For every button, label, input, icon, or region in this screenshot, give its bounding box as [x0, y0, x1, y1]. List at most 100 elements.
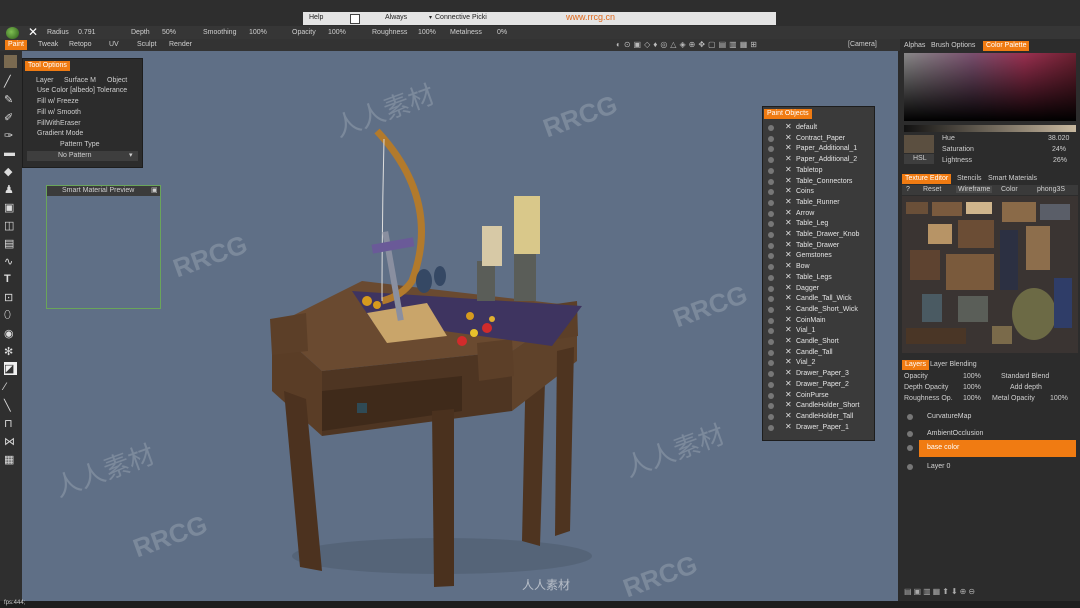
radius-value[interactable]: 0.791 [78, 29, 96, 36]
paint-object-row[interactable]: ✕ Table_Leg [765, 218, 872, 229]
pencil-icon[interactable]: ✎ [4, 93, 17, 106]
tab-color-palette[interactable]: Color Palette [983, 41, 1030, 51]
close-icon[interactable]: ✕ [785, 315, 792, 324]
color-field[interactable] [904, 53, 1076, 121]
visibility-eye-icon[interactable] [768, 189, 774, 196]
visibility-eye-icon[interactable] [768, 242, 774, 249]
color-select[interactable]: Color [1001, 186, 1018, 193]
knife-icon[interactable]: ▬ [4, 147, 17, 160]
visibility-eye-icon[interactable] [768, 403, 774, 410]
tab-paint[interactable]: Paint [5, 40, 27, 50]
smudge-icon[interactable]: ✑ [4, 129, 17, 142]
current-color-swatch[interactable] [904, 135, 934, 153]
visibility-eye-icon[interactable] [768, 360, 774, 367]
visibility-eye-icon[interactable] [768, 221, 774, 228]
close-icon[interactable]: ✕ [785, 240, 792, 249]
tab-smart-materials[interactable]: Smart Materials [988, 175, 1037, 182]
paint-object-row[interactable]: ✕ Candle_Tall [765, 347, 872, 358]
visibility-eye-icon[interactable] [768, 285, 774, 292]
visibility-eye-icon[interactable] [768, 317, 774, 324]
visibility-eye-icon[interactable] [768, 146, 774, 153]
tab-stencils[interactable]: Stencils [957, 175, 982, 182]
document-icon[interactable]: ▤ [4, 237, 17, 250]
layer-actions-icons[interactable]: ▤▣▥▦⬆⬇⊕⊖ [904, 587, 977, 596]
close-icon[interactable]: ✕ [785, 347, 792, 356]
visibility-eye-icon[interactable] [907, 445, 913, 451]
hue-value[interactable]: 38.020 [1048, 135, 1069, 142]
fill-bucket-icon[interactable]: ◆ [4, 165, 17, 178]
close-icon[interactable]: ✕ [785, 400, 792, 409]
option-gradient-mode[interactable]: Gradient Mode [37, 130, 83, 137]
close-icon[interactable]: ✕ [785, 229, 792, 238]
color-swatch-icon[interactable] [4, 55, 17, 68]
paint-object-row[interactable]: ✕ Vial_2 [765, 357, 872, 368]
blend-mode-select[interactable]: Standard Blend [1001, 373, 1049, 380]
close-icon[interactable]: ✕ [785, 250, 792, 259]
shader-select[interactable]: phong3S [1037, 186, 1065, 193]
close-icon[interactable]: ✕ [785, 390, 792, 399]
visibility-eye-icon[interactable] [768, 306, 774, 313]
tab-tweak[interactable]: Tweak [35, 40, 61, 50]
close-icon[interactable]: ✕ [785, 186, 792, 195]
close-icon[interactable]: ✕ [785, 165, 792, 174]
option-fill-freeze[interactable]: Fill w/ Freeze [37, 98, 79, 105]
paint-object-row[interactable]: ✕ Table_Drawer [765, 240, 872, 251]
eye-icon[interactable]: ◉ [4, 327, 17, 340]
camera-dropdown[interactable]: [Camera] [845, 40, 880, 50]
text-tool-icon[interactable]: T [4, 273, 17, 286]
close-icon[interactable]: ✕ [785, 422, 792, 431]
paint-object-row[interactable]: ✕ CoinPurse [765, 390, 872, 401]
hsl-button[interactable]: HSL [904, 154, 934, 164]
tab-alphas[interactable]: Alphas [904, 42, 925, 49]
paint-object-row[interactable]: ✕ Table_Runner [765, 197, 872, 208]
line-icon[interactable]: ╲ [4, 399, 17, 412]
visibility-eye-icon[interactable] [768, 178, 774, 185]
close-icon[interactable]: ✕ [785, 411, 792, 420]
close-icon[interactable]: ✕ [785, 368, 792, 377]
paint-object-row[interactable]: ✕ Paper_Additional_2 [765, 154, 872, 165]
roughness-op-value[interactable]: 100% [963, 395, 981, 402]
paint-object-row[interactable]: ✕ Drawer_Paper_3 [765, 368, 872, 379]
option-fill-eraser[interactable]: FillWithEraser [37, 120, 81, 127]
visibility-eye-icon[interactable] [768, 371, 774, 378]
visibility-eye-icon[interactable] [768, 296, 774, 303]
paint-object-row[interactable]: ✕ Contract_Paper [765, 133, 872, 144]
transform-icon[interactable]: ⊡ [4, 291, 17, 304]
visibility-eye-icon[interactable] [768, 210, 774, 217]
airbrush-icon[interactable]: ✐ [4, 111, 17, 124]
opacity-value[interactable]: 100% [328, 29, 346, 36]
paint-object-row[interactable]: ✕ Drawer_Paper_2 [765, 379, 872, 390]
visibility-eye-icon[interactable] [768, 424, 774, 431]
layer-opacity-value[interactable]: 100% [963, 373, 981, 380]
always-checkbox[interactable] [350, 14, 360, 24]
visibility-eye-icon[interactable] [768, 392, 774, 399]
brush-preview-icon[interactable] [6, 27, 19, 39]
stamp-icon[interactable]: ♟ [4, 183, 17, 196]
brush-icon[interactable]: ╱ [4, 75, 17, 88]
tab-brush-options[interactable]: Brush Options [931, 42, 975, 49]
tab-layers[interactable]: Layers [902, 360, 930, 370]
close-icon[interactable]: ✕ [785, 325, 792, 334]
help-menu[interactable]: Help [309, 14, 323, 21]
visibility-eye-icon[interactable] [768, 349, 774, 356]
bridge-icon[interactable]: ⊓ [4, 417, 17, 430]
paint-object-row[interactable]: ✕ Candle_Tall_Wick [765, 293, 872, 304]
paint-object-row[interactable]: ✕ Table_Connectors [765, 176, 872, 187]
layer-row[interactable]: CurvatureMap [907, 409, 1076, 426]
close-icon[interactable]: ✕ [785, 208, 792, 217]
paint-object-row[interactable]: ✕ Candle_Short [765, 336, 872, 347]
paint-object-row[interactable]: ✕ Arrow [765, 208, 872, 219]
visibility-eye-icon[interactable] [907, 414, 913, 420]
help-button[interactable]: ? [906, 186, 910, 193]
paint-object-row[interactable]: ✕ CoinMain [765, 315, 872, 326]
reset-button[interactable]: Reset [923, 186, 941, 193]
paint-object-row[interactable]: ✕ CandleHolder_Tall [765, 411, 872, 422]
view-icons-strip[interactable]: ◐⊙▣◇♦◎△◈⊕✥▢▤▥▦⊞ [616, 40, 836, 50]
paint-object-row[interactable]: ✕ Bow [765, 261, 872, 272]
close-icon[interactable]: ✕ [785, 379, 792, 388]
pattern-select[interactable]: No Pattern ▾ [27, 151, 138, 161]
close-icon[interactable]: ✕ [785, 283, 792, 292]
paint-object-row[interactable]: ✕ Table_Drawer_Knob [765, 229, 872, 240]
paint-object-row[interactable]: ✕ Vial_1 [765, 325, 872, 336]
wireframe-button[interactable]: Wireframe [956, 186, 993, 193]
